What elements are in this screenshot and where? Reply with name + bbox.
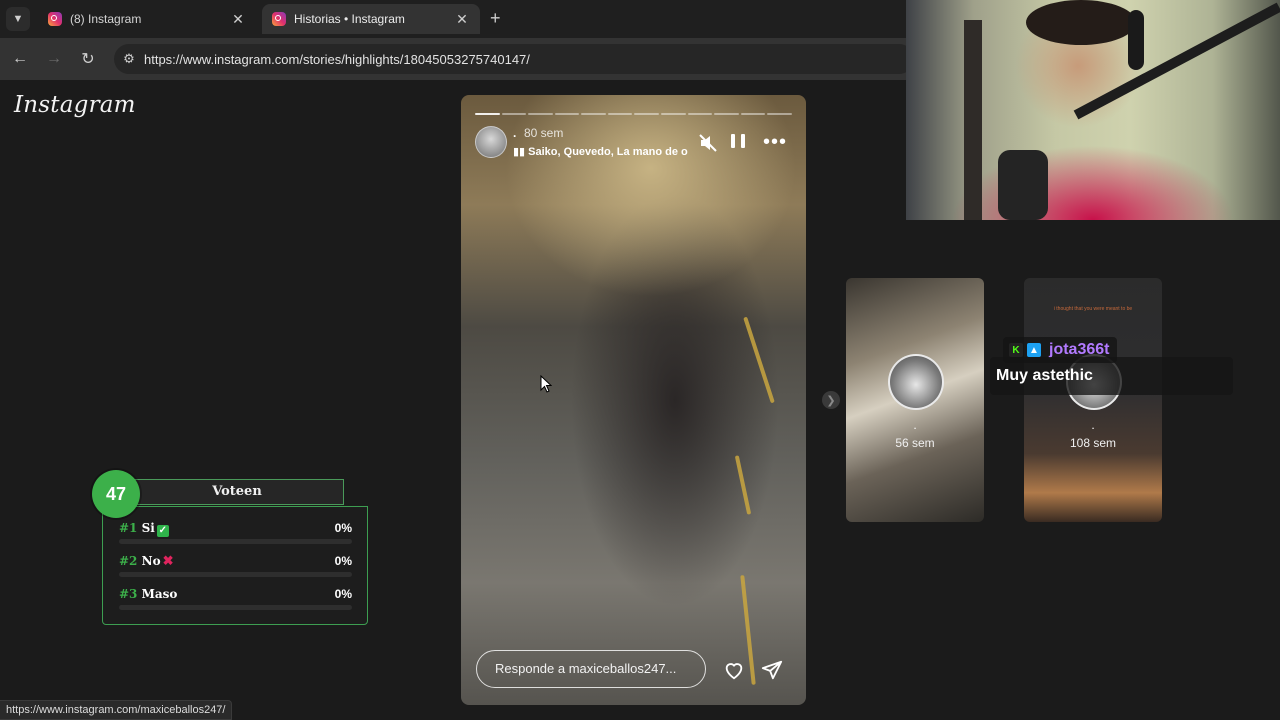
poll-bar [119,572,352,577]
back-button[interactable]: ← [9,48,31,70]
pause-icon [731,134,735,148]
story-progress-segment [475,113,500,115]
poll-bar [119,539,352,544]
tab-historias[interactable]: Historias • Instagram ✕ [262,4,480,34]
next-story-button[interactable]: ❯ [822,391,840,409]
site-settings-icon[interactable]: ⚙ [114,51,144,67]
mouse-cursor-icon [540,375,552,393]
story-progress-segment [501,113,527,115]
story-progress-segment [554,113,580,115]
story-progress-segment [740,113,766,115]
webcam-overlay [906,0,1280,220]
url-text: https://www.instagram.com/stories/highli… [144,51,530,67]
pause-icon-bar [741,134,745,148]
prime-badge-icon: ▲ [1027,343,1041,357]
reload-icon: ↻ [81,51,95,68]
new-tab-button[interactable]: + [490,8,501,29]
guitar-shape [964,20,982,220]
reply-input[interactable]: Responde a maxiceballos247... [476,650,706,688]
story-progress-segment [634,113,660,115]
reload-button[interactable]: ↻ [77,48,99,70]
story-username: . [1091,418,1095,432]
poll-vote-count: 47 [92,470,140,518]
road-marking [734,455,752,515]
chat-message: Muy astethic [990,357,1233,395]
poll-percent: 0% [334,554,352,568]
poll-label: No [141,554,161,568]
story-viewer[interactable]: . 80 sem ▮▮ Saiko, Quevedo, La mano de o… [461,95,806,705]
music-bars-icon: ▮▮ [513,146,529,158]
story-progress-segment [714,113,739,115]
poll-title: Voteen [130,479,344,505]
close-icon[interactable]: ✕ [454,11,470,28]
story-time: 56 sem [895,436,935,450]
arrow-left-icon: ← [12,50,28,67]
arrow-right-icon: → [46,50,62,67]
microphone-icon [998,150,1048,220]
story-progress-segment [528,113,553,115]
tab-search-button[interactable]: ▼ [6,7,30,31]
tab-instagram[interactable]: (8) Instagram ✕ [38,4,256,34]
chevron-down-icon: ▼ [12,13,24,25]
story-avatar[interactable] [475,126,507,158]
check-icon: ✓ [156,525,169,537]
music-title: Saiko, Quevedo, La mano de oro [528,146,688,158]
next-story-thumbnail[interactable]: . 56 sem [846,278,984,522]
poll-rank: #1 [119,521,138,535]
status-bar-url: https://www.instagram.com/maxiceballos24… [0,700,233,720]
next-story-thumbnail[interactable]: i thought that you were meant to be . 10… [1024,278,1162,522]
story-caption: i thought that you were meant to be [1053,306,1133,312]
headset-shape [1128,10,1144,70]
poll-option: #2 No ✖ 0% [119,554,352,577]
poll-rank: #2 [119,554,138,568]
cross-icon: ✖ [162,554,174,569]
story-progress-segment [767,113,792,115]
story-progress-bar [475,113,792,115]
story-progress-segment [661,113,686,115]
tab-title: (8) Instagram [70,12,142,26]
story-music[interactable]: ▮▮ Saiko, Quevedo, La mano de oro [513,145,688,158]
story-avatar [888,354,944,410]
poll-rank: #3 [119,587,138,601]
heart-icon[interactable] [723,659,745,681]
road-marking [743,316,775,404]
plus-icon: + [490,8,501,28]
poll-widget: #1 Si ✓ 0% #2 No ✖ 0% #3 Maso 0% [102,506,368,625]
story-time: 80 sem [524,126,564,140]
poll-label: Si [141,521,155,535]
streamer-hair-shape [1026,0,1136,45]
poll-label: Maso [141,587,178,601]
instagram-favicon-icon [48,12,62,26]
story-time: 108 sem [1069,436,1117,450]
story-username[interactable]: . [513,126,516,140]
send-icon[interactable] [761,659,783,681]
tab-title: Historias • Instagram [294,12,405,26]
instagram-logo[interactable]: Instagram [14,92,136,118]
story-progress-segment [581,113,606,115]
poll-percent: 0% [334,587,352,601]
instagram-favicon-icon [272,12,286,26]
kick-badge-icon: K [1009,343,1023,357]
close-icon[interactable]: ✕ [230,11,246,28]
poll-bar [119,605,352,610]
story-username: . [913,418,917,432]
story-progress-segment [607,113,633,115]
poll-option: #1 Si ✓ 0% [119,521,352,544]
pause-button[interactable] [731,134,745,150]
story-progress-segment [687,113,713,115]
address-bar[interactable]: ⚙ https://www.instagram.com/stories/high… [114,44,914,74]
mute-icon[interactable] [698,133,718,153]
more-options-icon[interactable]: ••• [763,131,787,154]
chevron-right-icon: ❯ [826,394,836,407]
forward-button[interactable]: → [43,48,65,70]
poll-percent: 0% [334,521,352,535]
poll-option: #3 Maso 0% [119,587,352,610]
